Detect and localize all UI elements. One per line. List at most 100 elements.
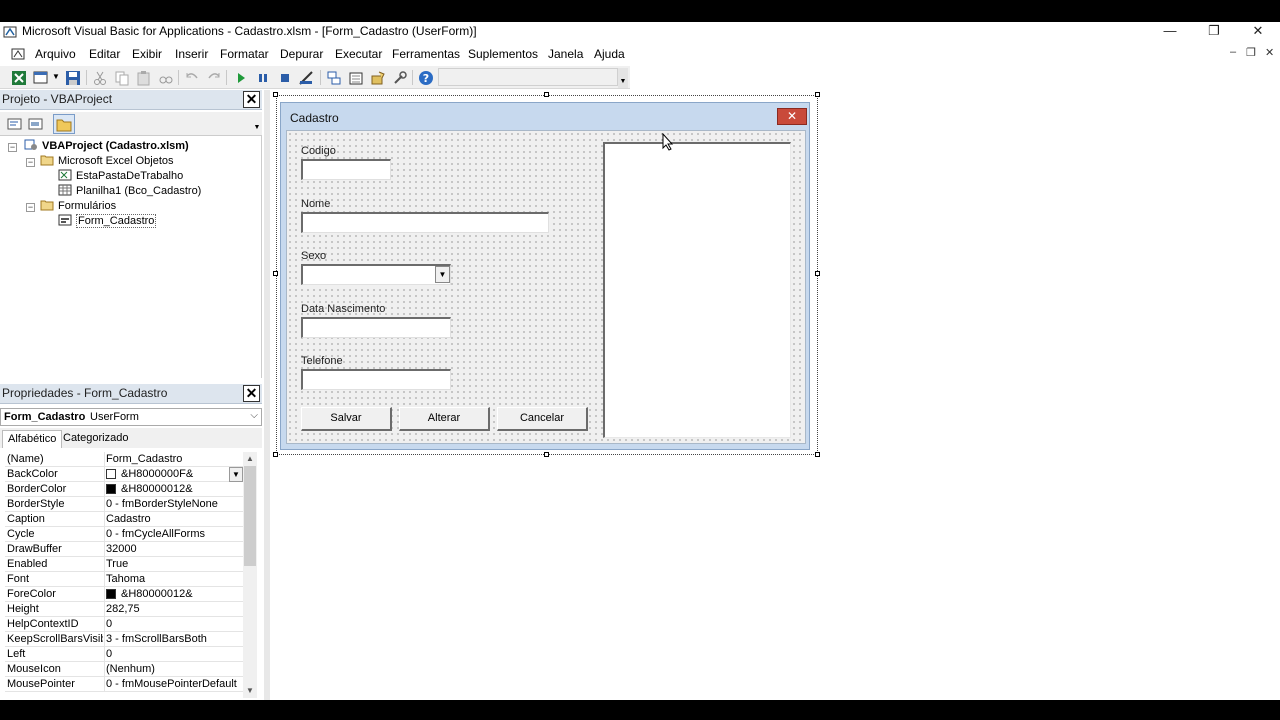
chevron-down-icon[interactable]: ▼ [229,467,243,482]
property-value[interactable]: True [104,557,243,572]
toolbox-icon[interactable] [392,70,408,86]
reset-icon[interactable] [277,70,293,86]
property-row[interactable]: MouseIcon (Nenhum) [5,662,243,677]
menu-ajuda[interactable]: Ajuda [594,47,625,61]
toggle-folders-button[interactable] [53,114,75,134]
property-value[interactable]: (Nenhum) [104,662,243,677]
userform-body[interactable]: Codigo Nome Sexo ▼ Data Nascimento Telef… [286,130,806,444]
property-value[interactable]: 0 - fmMousePointerDefault [104,677,243,692]
view-object-icon[interactable] [28,116,44,132]
save-icon[interactable] [65,70,81,86]
restore-button[interactable]: ❐ [1192,22,1236,42]
property-row[interactable]: Font Tahoma [5,572,243,587]
resize-handle-s[interactable] [544,452,549,457]
tree-item-vbaproject[interactable]: VBAProject (Cadastro.xlsm) [24,139,189,154]
sexo-combobox[interactable]: ▼ [301,264,451,285]
menu-ferramentas[interactable]: Ferramentas [392,47,460,61]
break-icon[interactable] [255,70,271,86]
property-value[interactable]: 3 - fmScrollBarsBoth [104,632,243,647]
properties-panel-close-button[interactable]: ✕ [243,385,260,402]
collapse-excel-objects-icon[interactable]: − [26,158,35,167]
chevron-down-icon[interactable]: ▼ [435,266,450,283]
object-browser-icon[interactable] [370,70,386,86]
property-row[interactable]: DrawBuffer 32000 [5,542,243,557]
alterar-button[interactable]: Alterar [399,407,490,431]
properties-scrollbar[interactable]: ▲ ▼ [243,452,257,698]
tree-item-excel-objects[interactable]: Microsoft Excel Objetos [40,154,174,169]
resize-handle-n[interactable] [544,92,549,97]
mdi-minimize-button[interactable]: ‒ [1230,46,1236,58]
menu-depurar[interactable]: Depurar [280,47,323,61]
find-icon[interactable] [158,70,174,86]
property-row[interactable]: Height 282,75 [5,602,243,617]
property-value[interactable]: Tahoma [104,572,243,587]
property-row[interactable]: BorderStyle 0 - fmBorderStyleNone [5,497,243,512]
project-explorer-icon[interactable] [326,70,342,86]
tree-item-sheet[interactable]: Planilha1 (Bco_Cadastro) [58,184,201,199]
menu-executar[interactable]: Executar [335,47,382,61]
resize-handle-nw[interactable] [273,92,278,97]
scroll-down-icon[interactable]: ▼ [243,684,257,698]
mdi-restore-button[interactable]: ❐ [1246,46,1256,59]
property-value[interactable]: 0 [104,647,243,662]
toolbar-overflow-chevron-icon[interactable]: ▼ [618,68,628,88]
vba-menu-icon[interactable] [10,46,26,62]
menu-editar[interactable]: Editar [89,47,120,61]
property-value[interactable]: 0 [104,617,243,632]
cancelar-button[interactable]: Cancelar [497,407,588,431]
property-value[interactable]: &H80000012& [104,482,243,497]
menu-arquivo[interactable]: Arquivo [35,47,76,61]
excel-icon[interactable] [11,70,27,86]
property-value[interactable]: 32000 [104,542,243,557]
property-row[interactable]: Cycle 0 - fmCycleAllForms [5,527,243,542]
run-icon[interactable] [233,70,249,86]
property-value[interactable]: &H8000000F& ▼ [104,467,243,482]
menu-janela[interactable]: Janela [548,47,583,61]
telefone-textbox[interactable] [301,369,451,390]
property-row[interactable]: BackColor &H8000000F& ▼ [5,467,243,482]
chevron-down-icon[interactable]: ⌵ [250,410,258,421]
menu-exibir[interactable]: Exibir [132,47,162,61]
copy-icon[interactable] [114,70,130,86]
codigo-textbox[interactable] [301,159,391,180]
menu-formatar[interactable]: Formatar [220,47,269,61]
project-toolbar-chevron-icon[interactable]: ▼ [252,114,262,134]
cadastro-listbox[interactable] [603,142,791,438]
resize-handle-w[interactable] [273,271,278,276]
resize-handle-e[interactable] [815,271,820,276]
property-row[interactable]: (Name) Form_Cadastro [5,452,243,467]
property-value[interactable]: &H80000012& [104,587,243,602]
undo-icon[interactable] [184,70,200,86]
resize-handle-se[interactable] [815,452,820,457]
chevron-down-icon[interactable]: ▼ [52,72,60,81]
insert-userform-icon[interactable] [33,70,49,86]
view-code-icon[interactable] [7,116,23,132]
property-row[interactable]: KeepScrollBarsVisible3 - fmScrollBarsBot… [5,632,243,647]
collapse-root-icon[interactable]: − [8,143,17,152]
property-row[interactable]: Caption Cadastro [5,512,243,527]
tree-item-form-cadastro[interactable]: Form_Cadastro [58,214,157,229]
menu-inserir[interactable]: Inserir [175,47,208,61]
tab-categorizado[interactable]: Categorizado [58,430,133,448]
scroll-up-icon[interactable]: ▲ [243,452,257,466]
property-row[interactable]: Enabled True [5,557,243,572]
property-row[interactable]: MousePointer 0 - fmMousePointerDefault [5,677,243,692]
property-row[interactable]: Left 0 [5,647,243,662]
paste-icon[interactable] [136,70,152,86]
tree-item-workbook[interactable]: EstaPastaDeTrabalho [58,169,183,184]
cut-icon[interactable] [92,70,108,86]
tree-item-forms[interactable]: Formulários [40,199,116,214]
menu-suplementos[interactable]: Suplementos [468,47,538,61]
userform-close-button[interactable]: ✕ [777,108,807,125]
property-value[interactable]: 282,75 [104,602,243,617]
userform-cadastro[interactable]: Cadastro ✕ Codigo Nome Sexo ▼ Data Nasci… [280,102,810,450]
property-value[interactable]: 0 - fmBorderStyleNone [104,497,243,512]
property-value[interactable]: Cadastro [104,512,243,527]
mdi-close-button[interactable]: ✕ [1265,46,1274,59]
property-value[interactable]: 0 - fmCycleAllForms [104,527,243,542]
resize-handle-sw[interactable] [273,452,278,457]
property-row[interactable]: BorderColor &H80000012& [5,482,243,497]
scrollbar-thumb[interactable] [244,466,256,566]
resize-handle-ne[interactable] [815,92,820,97]
nome-textbox[interactable] [301,212,549,233]
